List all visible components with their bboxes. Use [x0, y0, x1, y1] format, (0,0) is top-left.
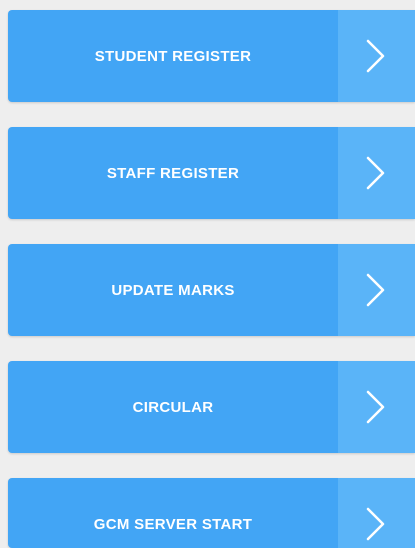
- chevron-right-icon: [366, 156, 385, 190]
- staff-register-arrow-box[interactable]: [338, 127, 415, 219]
- staff-register-label: STAFF REGISTER: [106, 164, 240, 182]
- gcm-server-start-arrow-box[interactable]: [338, 478, 415, 548]
- chevron-right-icon: [366, 390, 385, 424]
- student-register-arrow-box[interactable]: [338, 10, 415, 102]
- chevron-right-icon: [366, 39, 385, 73]
- update-marks-label: UPDATE MARKS: [111, 281, 235, 299]
- circular-label: CIRCULAR: [132, 398, 214, 416]
- update-marks-button[interactable]: UPDATE MARKS: [8, 244, 415, 336]
- student-register-button[interactable]: STUDENT REGISTER: [8, 10, 415, 102]
- chevron-right-icon: [366, 273, 385, 307]
- gcm-server-start-button[interactable]: GCM SERVER START: [8, 478, 415, 548]
- main-menu: STUDENT REGISTER STAFF REGISTER UPDATE M…: [0, 0, 415, 548]
- student-register-label: STUDENT REGISTER: [94, 47, 252, 65]
- circular-button[interactable]: CIRCULAR: [8, 361, 415, 453]
- circular-arrow-box[interactable]: [338, 361, 415, 453]
- update-marks-arrow-box[interactable]: [338, 244, 415, 336]
- gcm-server-start-label: GCM SERVER START: [93, 515, 253, 533]
- staff-register-button[interactable]: STAFF REGISTER: [8, 127, 415, 219]
